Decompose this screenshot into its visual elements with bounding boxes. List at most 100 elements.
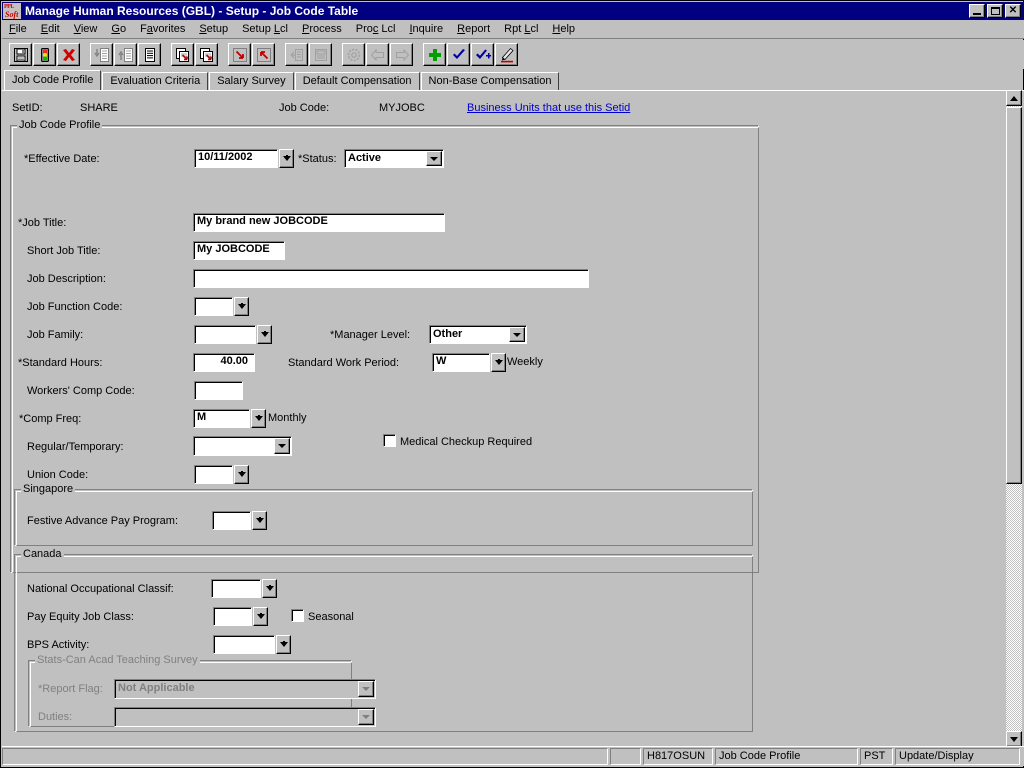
form-client-area: SetID: SHARE Job Code: MYJOBC Business U…: [2, 90, 1024, 747]
vertical-scrollbar[interactable]: [1006, 90, 1022, 747]
medical-checkup-checkbox[interactable]: [383, 434, 396, 447]
union-code-prompt-button[interactable]: [234, 465, 249, 484]
standard-work-period-prompt-button[interactable]: [491, 353, 506, 372]
menu-process[interactable]: Process: [295, 21, 349, 37]
next-in-list-icon[interactable]: [171, 43, 194, 66]
menu-help[interactable]: Help: [545, 21, 582, 37]
status-label: *Status:: [298, 153, 337, 165]
tab-non-base-compensation[interactable]: Non-Base Compensation: [420, 72, 560, 90]
short-job-title-input[interactable]: My JOBCODE: [193, 241, 285, 260]
peoplesoft-logo-icon[interactable]: PPL Soft: [3, 3, 21, 19]
job-title-label: *Job Title:: [18, 217, 67, 229]
update-display-check-icon[interactable]: [447, 43, 470, 66]
save-icon[interactable]: [9, 43, 32, 66]
job-code-profile-group-title: Job Code Profile: [17, 119, 103, 131]
duties-chevron-down-icon[interactable]: [358, 709, 374, 725]
close-button[interactable]: ✕: [1005, 4, 1021, 18]
menu-report[interactable]: Report: [450, 21, 497, 37]
include-history-check-icon[interactable]: [471, 43, 494, 66]
menu-favorites[interactable]: Favorites: [133, 21, 192, 37]
effective-date-input[interactable]: 10/11/2002: [194, 149, 278, 168]
status-pane-mode: Update/Display: [895, 748, 1020, 765]
manager-level-label: *Manager Level:: [330, 329, 411, 341]
list-rows-icon[interactable]: [138, 43, 161, 66]
delete-red-x-icon[interactable]: [57, 43, 80, 66]
job-function-code-prompt-button[interactable]: [234, 297, 249, 316]
menu-file[interactable]: File: [2, 21, 34, 37]
effective-date-label: *Effective Date:: [24, 153, 100, 165]
tab-evaluation-criteria[interactable]: Evaluation Criteria: [102, 72, 209, 90]
status-chevron-down-icon[interactable]: [426, 151, 442, 166]
insert-row-above-icon[interactable]: [114, 43, 137, 66]
standard-work-period-input[interactable]: W: [432, 353, 490, 372]
status-bar: H817OSUN Job Code Profile PST Update/Dis…: [2, 746, 1024, 766]
panel-left-icon[interactable]: [285, 43, 308, 66]
arrow-down-right-icon[interactable]: [228, 43, 251, 66]
gear-icon[interactable]: [342, 43, 365, 66]
job-title-input[interactable]: My brand new JOBCODE: [193, 213, 445, 232]
regular-temporary-chevron-down-icon[interactable]: [274, 438, 290, 454]
standard-hours-input[interactable]: 40.00: [193, 353, 255, 372]
forward-arrow-icon[interactable]: [390, 43, 413, 66]
national-occupational-classif-input[interactable]: [211, 579, 261, 598]
seasonal-checkbox[interactable]: [291, 609, 304, 622]
bps-activity-input[interactable]: [213, 635, 275, 654]
job-description-input[interactable]: [193, 269, 589, 288]
traffic-light-icon[interactable]: [33, 43, 56, 66]
effective-date-prompt-button[interactable]: [279, 149, 294, 168]
duties-dropdown[interactable]: [114, 707, 376, 727]
tab-salary-survey[interactable]: Salary Survey: [209, 72, 294, 90]
business-units-link[interactable]: Business Units that use this Setid: [467, 102, 630, 114]
festive-advance-prompt-button[interactable]: [252, 511, 267, 530]
menu-edit[interactable]: Edit: [34, 21, 67, 37]
menu-setup-lcl[interactable]: Setup Lcl: [235, 21, 295, 37]
report-flag-dropdown[interactable]: Not Applicable: [114, 679, 376, 699]
bps-activity-prompt-button[interactable]: [276, 635, 291, 654]
menu-inquire[interactable]: Inquire: [402, 21, 450, 37]
national-occupational-classif-prompt-button[interactable]: [262, 579, 277, 598]
menu-proc-lcl[interactable]: Proc Lcl: [349, 21, 403, 37]
menu-rpt-lcl[interactable]: Rpt Lcl: [497, 21, 545, 37]
add-green-plus-icon[interactable]: [423, 43, 446, 66]
back-arrow-icon[interactable]: [366, 43, 389, 66]
tab-label: Evaluation Criteria: [110, 75, 201, 87]
manager-level-chevron-down-icon[interactable]: [509, 327, 525, 342]
minimize-button[interactable]: [969, 4, 985, 18]
panel-grid-icon[interactable]: [309, 43, 332, 66]
singapore-group-title: Singapore: [21, 483, 76, 495]
menu-setup[interactable]: Setup: [192, 21, 235, 37]
scroll-up-button[interactable]: [1006, 90, 1022, 106]
menu-bar: File Edit View Go Favorites Setup Setup …: [2, 20, 1024, 39]
union-code-input[interactable]: [194, 465, 233, 484]
window-controls: ✕: [969, 4, 1021, 18]
standard-work-period-value: W: [436, 355, 447, 367]
window-title: Manage Human Resources (GBL) - Setup - J…: [25, 4, 359, 18]
standard-work-period-description: Weekly: [507, 356, 543, 368]
scrollbar-thumb[interactable]: [1006, 107, 1022, 484]
insert-row-below-icon[interactable]: [90, 43, 113, 66]
previous-in-list-icon[interactable]: [195, 43, 218, 66]
manager-level-dropdown[interactable]: Other: [429, 325, 527, 344]
pay-equity-job-class-prompt-button[interactable]: [253, 607, 268, 626]
tab-job-code-profile[interactable]: Job Code Profile: [4, 70, 102, 90]
workers-comp-code-input[interactable]: [194, 381, 243, 400]
report-flag-chevron-down-icon[interactable]: [358, 681, 374, 697]
comp-freq-input[interactable]: M: [193, 409, 250, 428]
maximize-restore-button[interactable]: [987, 4, 1003, 18]
festive-advance-input[interactable]: [212, 511, 251, 530]
arrow-up-left-icon[interactable]: [252, 43, 275, 66]
comp-freq-description: Monthly: [268, 412, 307, 424]
tab-label: Non-Base Compensation: [428, 75, 552, 87]
job-family-prompt-button[interactable]: [257, 325, 272, 344]
pay-equity-job-class-input[interactable]: [213, 607, 252, 626]
tab-default-compensation[interactable]: Default Compensation: [294, 72, 420, 90]
menu-view[interactable]: View: [67, 21, 105, 37]
menu-go[interactable]: Go: [104, 21, 133, 37]
regular-temporary-dropdown[interactable]: [193, 436, 292, 456]
job-function-code-input[interactable]: [194, 297, 233, 316]
job-family-input[interactable]: [194, 325, 256, 344]
correct-history-pencil-icon[interactable]: [495, 43, 518, 66]
status-dropdown[interactable]: Active: [344, 149, 444, 168]
scroll-down-button[interactable]: [1006, 731, 1022, 747]
comp-freq-prompt-button[interactable]: [251, 409, 266, 428]
